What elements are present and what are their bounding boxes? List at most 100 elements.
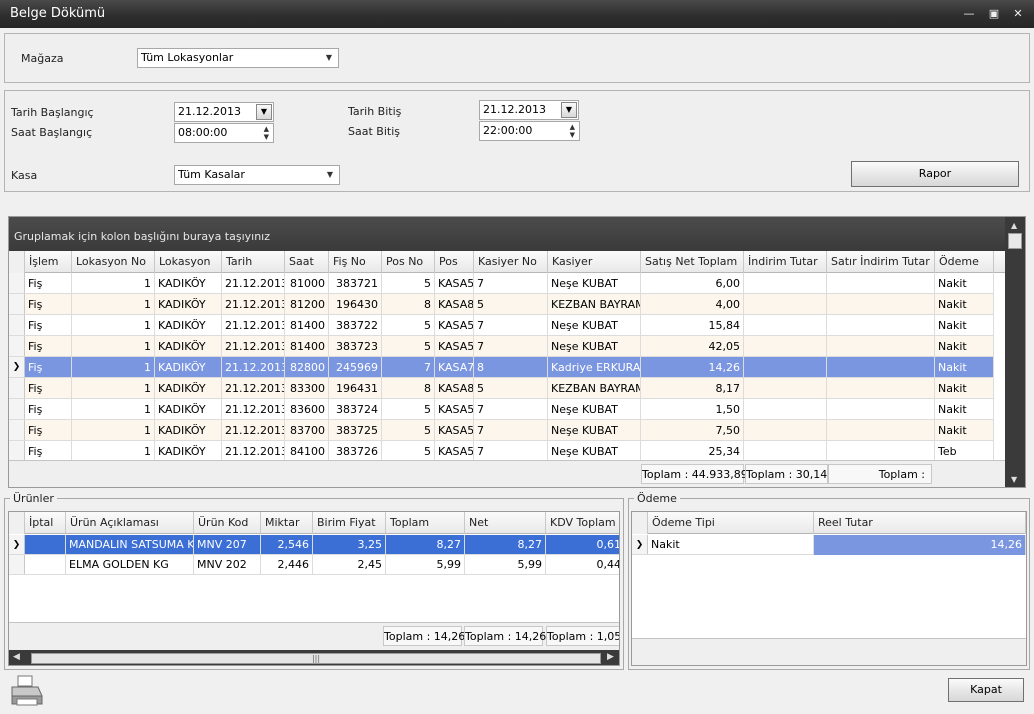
table-cell: 84100 [285,441,329,462]
row-indicator [9,315,25,335]
close-icon[interactable]: ✕ [1011,7,1025,21]
table-cell: 6,00 [641,273,744,294]
printer-icon[interactable] [8,674,44,708]
spin-up-icon[interactable]: ▲ [570,123,575,131]
table-cell: KASA5 [435,273,474,294]
table-cell: 1 [72,315,155,336]
table-cell [827,420,935,441]
table-cell [744,399,827,420]
table-cell: Fiş [25,420,72,441]
column-header[interactable]: Birim Fiyat [313,512,386,534]
table-cell: 14,26 [641,357,744,378]
column-header[interactable]: Toplam [386,512,465,534]
column-header[interactable]: Ödeme [935,251,994,273]
column-header[interactable]: Pos [435,251,474,273]
table-cell: 196431 [329,378,382,399]
table-cell: 8 [474,357,548,378]
table-row[interactable]: ELMA GOLDEN KG MNV 202 2,446 2,45 5,99 5,99 0,… [9,555,619,575]
spin-up-icon[interactable]: ▲ [264,125,269,133]
column-header[interactable]: Ödeme Tipi [648,512,814,534]
table-cell [25,535,66,555]
table-row[interactable]: ❯ Fiş 1 KADIKÖY 21.12.2013 82800 245969 7 KASA7 8… [9,357,994,378]
table-cell: KASA5 [435,441,474,462]
column-header[interactable]: Lokasyon [155,251,222,273]
table-row[interactable]: Fiş 1 KADIKÖY 21.12.2013 83700 383725 5 KASA5 7 N… [9,420,994,441]
column-header[interactable]: KDV Toplam [546,512,619,534]
row-indicator [9,441,25,461]
scroll-left-icon[interactable]: ◀ [13,652,20,662]
column-header[interactable]: Kasiyer [548,251,641,273]
table-cell: 1 [72,441,155,462]
table-row[interactable]: ❯ MANDALIN SATSUMA KG MNV 207 2,546 3,25 8,27… [9,535,619,555]
table-cell: 383724 [329,399,382,420]
column-header[interactable]: Miktar [261,512,313,534]
column-header[interactable]: Ürün Kod [194,512,261,534]
table-row[interactable]: Fiş 1 KADIKÖY 21.12.2013 81400 383723 5 KASA5 7 N… [9,336,994,357]
table-cell: 3,25 [313,535,386,555]
column-header[interactable]: İşlem [25,251,72,273]
column-header[interactable]: Net [465,512,546,534]
scroll-thumb[interactable]: ||| [31,653,601,664]
table-cell: KADIKÖY [155,441,222,462]
maximize-icon[interactable]: ▣ [987,7,1001,21]
table-row[interactable]: Fiş 1 KADIKÖY 21.12.2013 81200 196430 8 KASA8 5 K… [9,294,994,315]
kasa-combo[interactable]: Tüm Kasalar ▼ [174,165,340,185]
table-cell: MANDALIN SATSUMA KG [66,535,194,555]
column-header[interactable]: Satış Net Toplam [641,251,744,273]
table-row[interactable]: Fiş 1 KADIKÖY 21.12.2013 83300 196431 8 KASA8 5 K… [9,378,994,399]
vertical-scrollbar[interactable]: ▲ ▼ [1005,217,1025,487]
row-indicator-header [9,512,25,534]
minimize-icon[interactable]: — [962,7,976,21]
table-cell: Nakit [935,378,994,399]
table-row[interactable]: Fiş 1 KADIKÖY 21.12.2013 84100 383726 5 KASA5 7 N… [9,441,994,462]
tarih-baslangic-field[interactable]: 21.12.2013 ▼ [174,102,274,122]
table-cell: KEZBAN BAYRAM [548,294,641,315]
kapat-button[interactable]: Kapat [948,678,1024,702]
column-header[interactable]: İptal [25,512,66,534]
column-header[interactable]: Tarih [222,251,285,273]
column-header[interactable]: Saat [285,251,329,273]
column-header[interactable]: Lokasyon No [72,251,155,273]
table-row[interactable]: Fiş 1 KADIKÖY 21.12.2013 81400 383722 5 KASA5 7 N… [9,315,994,336]
table-cell: 5,99 [465,555,546,575]
rapor-button[interactable]: Rapor [851,161,1019,187]
column-header[interactable]: Ürün Açıklaması [66,512,194,534]
table-cell: 5 [382,315,435,336]
table-cell: KASA5 [435,399,474,420]
scroll-down-icon[interactable]: ▼ [1011,475,1017,484]
scroll-right-icon[interactable]: ▶ [607,652,614,662]
table-cell: KASA8 [435,378,474,399]
column-header[interactable]: Pos No [382,251,435,273]
spin-down-icon[interactable]: ▼ [570,131,575,139]
table-row[interactable]: ❯ Nakit 14,26 [632,535,1026,555]
column-header[interactable]: İndirim Tutar [744,251,827,273]
table-cell [744,273,827,294]
column-header[interactable]: Kasiyer No [474,251,548,273]
column-header[interactable]: Fiş No [329,251,382,273]
table-cell: 1 [72,294,155,315]
table-row[interactable]: Fiş 1 KADIKÖY 21.12.2013 81000 383721 5 KASA5 7 N… [9,273,994,294]
scroll-up-icon[interactable]: ▲ [1011,221,1017,230]
table-cell: 81000 [285,273,329,294]
calendar-dropdown-icon[interactable]: ▼ [561,102,577,118]
table-cell: Kadriye ERKURAN [548,357,641,378]
table-row[interactable]: Fiş 1 KADIKÖY 21.12.2013 83600 383724 5 KASA5 7 N… [9,399,994,420]
magaza-combo[interactable]: Tüm Lokasyonlar ▼ [137,48,339,68]
column-header[interactable]: Reel Tutar [814,512,1026,534]
calendar-dropdown-icon[interactable]: ▼ [256,104,272,120]
filter-panel: Tarih Başlangıç Saat Başlangıç 21.12.201… [4,90,1030,192]
table-cell: Neşe KUBAT [548,273,641,294]
horizontal-scrollbar[interactable]: ◀ ||| ▶ [9,650,619,665]
spin-down-icon[interactable]: ▼ [264,133,269,141]
table-cell: Neşe KUBAT [548,420,641,441]
table-cell: KASA5 [435,336,474,357]
table-cell [827,441,935,462]
saat-bitis-field[interactable]: 22:00:00 ▲ ▼ [479,121,580,141]
chevron-down-icon: ▼ [325,53,332,62]
table-cell: 8,27 [386,535,465,555]
group-panel[interactable]: Gruplamak için kolon başlığını buraya ta… [9,217,1005,251]
saat-baslangic-field[interactable]: 08:00:00 ▲ ▼ [174,123,274,143]
column-header[interactable]: Satır İndirim Tutar [827,251,935,273]
tarih-bitis-field[interactable]: 21.12.2013 ▼ [479,100,579,120]
scroll-thumb[interactable] [1008,233,1022,249]
